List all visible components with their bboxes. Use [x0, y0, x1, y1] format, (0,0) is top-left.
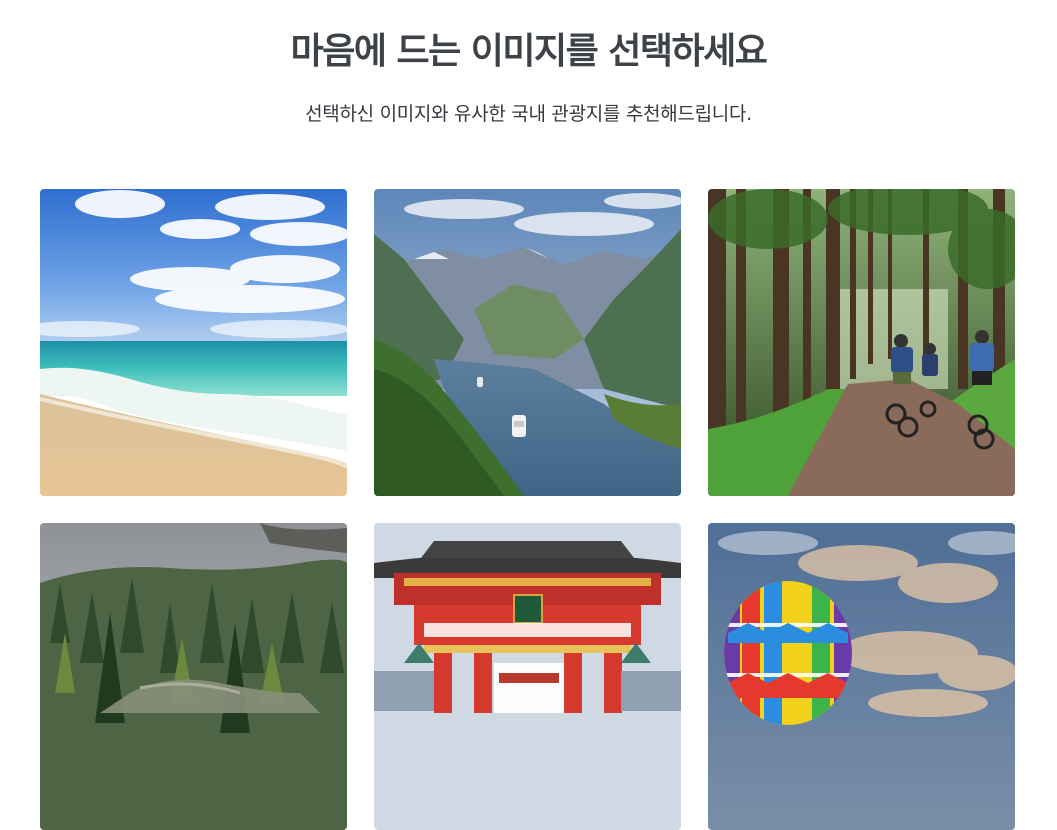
- page-subtitle: 선택하신 이미지와 유사한 국내 관광지를 추천해드립니다.: [305, 103, 752, 125]
- forest-cycling-image: [708, 189, 1015, 496]
- image-grid: [40, 189, 1015, 830]
- beach-image: [40, 189, 347, 496]
- page-title: 마음에 드는 이미지를 선택하세요: [290, 31, 768, 72]
- fjord-image: [374, 189, 681, 496]
- image-card-misty-forest[interactable]: [40, 523, 347, 830]
- hot-air-balloon-image: [708, 523, 1015, 830]
- image-card-hot-air-balloon[interactable]: [708, 523, 1015, 830]
- temple-gate-image: [374, 523, 681, 830]
- image-card-forest-cycling[interactable]: [708, 189, 1015, 496]
- image-card-fjord[interactable]: [374, 189, 681, 496]
- image-card-beach[interactable]: [40, 189, 347, 496]
- misty-forest-image: [40, 523, 347, 830]
- image-card-temple-gate[interactable]: [374, 523, 681, 830]
